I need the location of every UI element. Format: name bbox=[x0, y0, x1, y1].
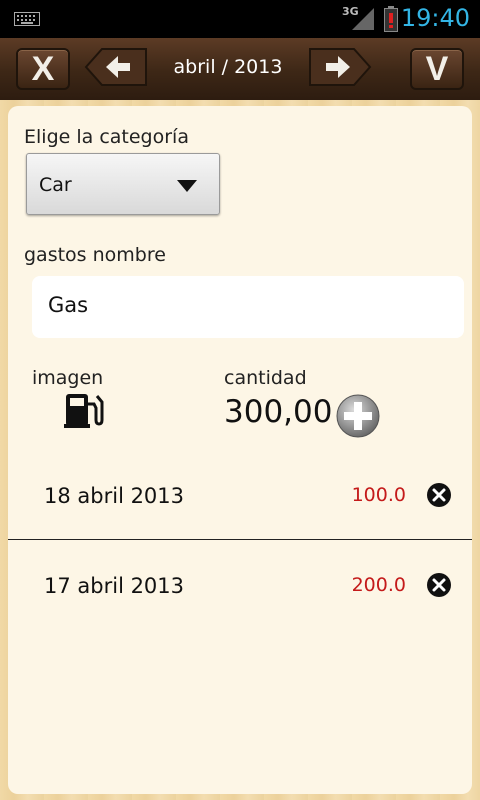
gas-pump-icon[interactable] bbox=[64, 390, 104, 428]
category-label: Elige la categoría bbox=[24, 126, 189, 148]
top-toolbar: X abril / 2013 V bbox=[0, 38, 480, 102]
next-month-button[interactable] bbox=[308, 47, 372, 87]
list-item[interactable]: 18 abril 2013 100.0 bbox=[8, 470, 472, 550]
amount-value: 300,00 bbox=[224, 394, 333, 430]
delete-icon[interactable] bbox=[426, 572, 452, 598]
category-spinner[interactable]: Car bbox=[26, 153, 220, 215]
expense-name-field[interactable] bbox=[32, 276, 464, 338]
list-item[interactable]: 17 abril 2013 200.0 bbox=[8, 560, 472, 640]
dropdown-caret-icon bbox=[177, 180, 197, 192]
month-title: abril / 2013 bbox=[173, 56, 283, 78]
entry-date: 17 abril 2013 bbox=[44, 574, 185, 598]
entry-amount: 200.0 bbox=[351, 574, 406, 596]
confirm-button[interactable]: V bbox=[410, 48, 464, 90]
add-icon[interactable] bbox=[334, 392, 382, 440]
image-label: imagen bbox=[32, 367, 104, 389]
close-button[interactable]: X bbox=[16, 48, 70, 90]
battery-icon bbox=[384, 6, 398, 32]
signal-icon bbox=[352, 8, 374, 30]
prev-month-button[interactable] bbox=[84, 47, 148, 87]
entry-amount: 100.0 bbox=[351, 484, 406, 506]
divider bbox=[8, 539, 472, 540]
keyboard-icon bbox=[14, 12, 40, 26]
clock: 19:40 bbox=[400, 4, 470, 32]
status-bar: 3G 19:40 bbox=[0, 0, 480, 38]
category-value: Car bbox=[39, 174, 72, 196]
delete-icon[interactable] bbox=[426, 482, 452, 508]
expense-name-input[interactable] bbox=[46, 292, 450, 318]
entry-date: 18 abril 2013 bbox=[44, 484, 185, 508]
name-label: gastos nombre bbox=[24, 244, 166, 266]
amount-label: cantidad bbox=[224, 367, 307, 389]
